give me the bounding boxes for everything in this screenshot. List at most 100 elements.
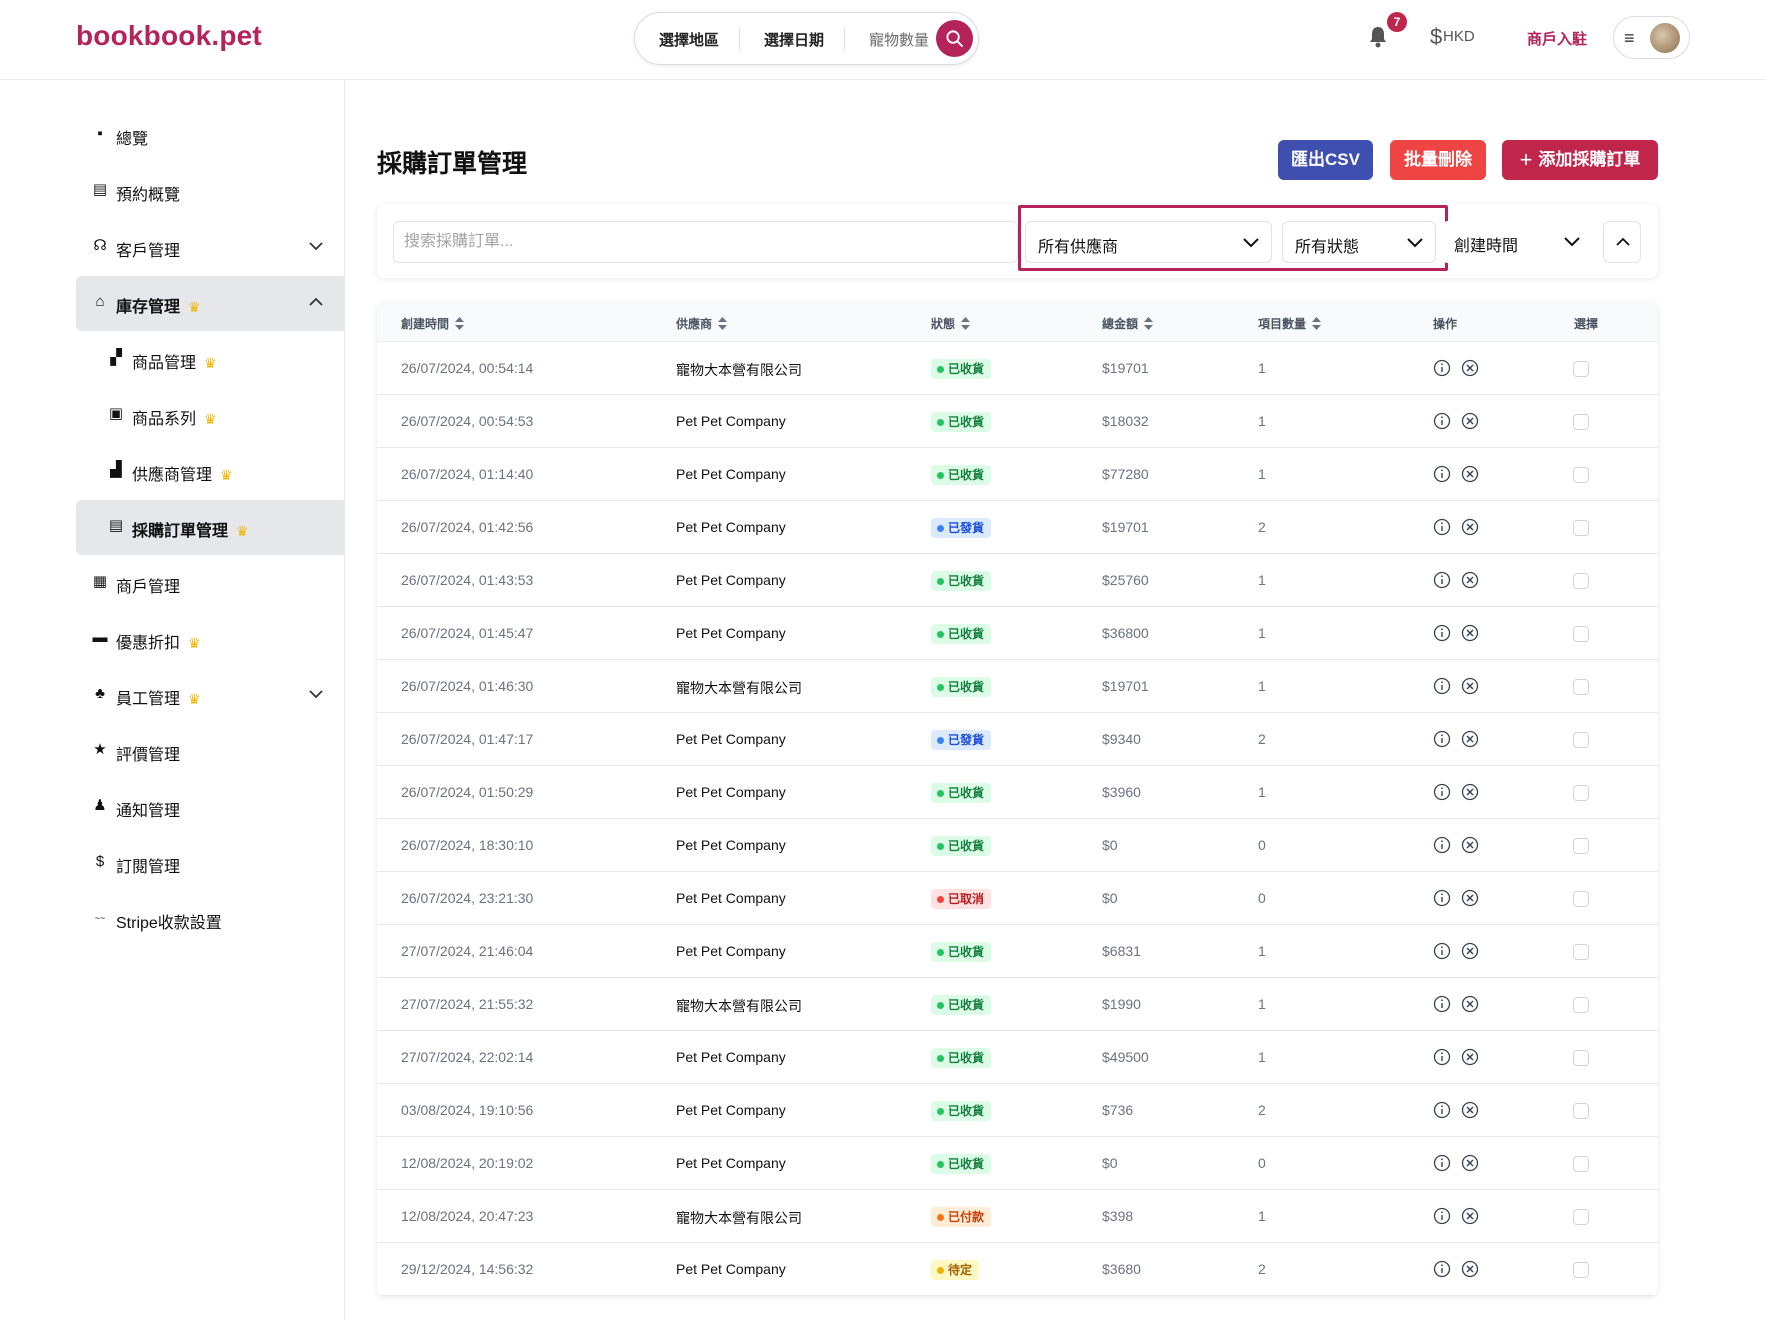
table-row[interactable]: 27/07/2024, 21:55:32 寵物大本營有限公司 已收貨 $1990 1 bbox=[377, 978, 1658, 1031]
sidebar-item-notifications[interactable]: ♟ 通知管理 bbox=[76, 780, 344, 835]
site-logo[interactable]: bookbook.pet bbox=[76, 20, 262, 52]
table-row[interactable]: 27/07/2024, 21:46:04 Pet Pet Company 已收貨 $6… bbox=[377, 925, 1658, 978]
table-row[interactable]: 26/07/2024, 01:42:56 Pet Pet Company 已發貨 $1… bbox=[377, 501, 1658, 554]
info-icon[interactable] bbox=[1433, 836, 1451, 859]
cancel-icon[interactable] bbox=[1461, 465, 1479, 488]
info-icon[interactable] bbox=[1433, 995, 1451, 1018]
table-row[interactable]: 26/07/2024, 00:54:14 寵物大本營有限公司 已收貨 $19701 1 bbox=[377, 342, 1658, 395]
cancel-icon[interactable] bbox=[1461, 730, 1479, 753]
row-select-checkbox[interactable] bbox=[1573, 1209, 1589, 1225]
cancel-icon[interactable] bbox=[1461, 1154, 1479, 1177]
info-icon[interactable] bbox=[1433, 677, 1451, 700]
row-select-checkbox[interactable] bbox=[1573, 679, 1589, 695]
table-row[interactable]: 26/07/2024, 01:43:53 Pet Pet Company 已收貨 $2… bbox=[377, 554, 1658, 607]
row-select-checkbox[interactable] bbox=[1573, 891, 1589, 907]
row-select-checkbox[interactable] bbox=[1573, 626, 1589, 642]
table-row[interactable]: 12/08/2024, 20:19:02 Pet Pet Company 已收貨 $0… bbox=[377, 1137, 1658, 1190]
table-row[interactable]: 26/07/2024, 01:14:40 Pet Pet Company 已收貨 $7… bbox=[377, 448, 1658, 501]
info-icon[interactable] bbox=[1433, 518, 1451, 541]
row-select-checkbox[interactable] bbox=[1573, 997, 1589, 1013]
cancel-icon[interactable] bbox=[1461, 359, 1479, 382]
column-header-supplier[interactable]: 供應商 bbox=[676, 315, 728, 332]
table-row[interactable]: 26/07/2024, 01:50:29 Pet Pet Company 已收貨 $3… bbox=[377, 766, 1658, 819]
search-bar[interactable]: 選擇地區 選擇日期 寵物數量 bbox=[634, 12, 979, 65]
sidebar-item-staff[interactable]: ♣ 員工管理 ♛ bbox=[76, 668, 344, 723]
info-icon[interactable] bbox=[1433, 412, 1451, 435]
info-icon[interactable] bbox=[1433, 1207, 1451, 1230]
row-select-checkbox[interactable] bbox=[1573, 838, 1589, 854]
cancel-icon[interactable] bbox=[1461, 518, 1479, 541]
table-row[interactable]: 26/07/2024, 01:45:47 Pet Pet Company 已收貨 $3… bbox=[377, 607, 1658, 660]
column-header-count[interactable]: 項目數量 bbox=[1258, 315, 1322, 332]
sidebar-item-discounts[interactable]: ▬ 優惠折扣 ♛ bbox=[76, 612, 344, 667]
table-row[interactable]: 29/12/2024, 14:56:32 Pet Pet Company 待定 $36… bbox=[377, 1243, 1658, 1296]
row-select-checkbox[interactable] bbox=[1573, 361, 1589, 377]
sidebar-item-merchants[interactable]: ▦ 商戶管理 bbox=[76, 556, 344, 611]
sidebar-item-reviews[interactable]: ★ 評價管理 bbox=[76, 724, 344, 779]
info-icon[interactable] bbox=[1433, 571, 1451, 594]
user-menu-button[interactable]: ≡ bbox=[1613, 16, 1690, 59]
sidebar-item-inventory[interactable]: ⌂ 庫存管理 ♛ bbox=[76, 276, 344, 331]
cancel-icon[interactable] bbox=[1461, 677, 1479, 700]
sort-field-select[interactable]: 創建時間 bbox=[1442, 221, 1592, 263]
sidebar-item-stripe-settings[interactable]: ~~ Stripe收款設置 bbox=[76, 892, 344, 947]
row-select-checkbox[interactable] bbox=[1573, 1103, 1589, 1119]
sidebar-item-booking-overview[interactable]: ▤ 預約概覽 bbox=[76, 164, 344, 219]
cancel-icon[interactable] bbox=[1461, 1207, 1479, 1230]
cancel-icon[interactable] bbox=[1461, 783, 1479, 806]
merchant-signup-link[interactable]: 商戶入駐 bbox=[1527, 28, 1587, 49]
cancel-icon[interactable] bbox=[1461, 1260, 1479, 1283]
bell-icon[interactable] bbox=[1367, 25, 1389, 49]
sidebar-item-subscriptions[interactable]: $ 訂閱管理 bbox=[76, 836, 344, 891]
info-icon[interactable] bbox=[1433, 1260, 1451, 1283]
sidebar-item-product-series[interactable]: ▣ 商品系列 ♛ bbox=[76, 388, 344, 443]
row-select-checkbox[interactable] bbox=[1573, 944, 1589, 960]
sidebar-item-customers[interactable]: ☊ 客戶管理 bbox=[76, 220, 344, 275]
info-icon[interactable] bbox=[1433, 942, 1451, 965]
row-select-checkbox[interactable] bbox=[1573, 1262, 1589, 1278]
column-header-status[interactable]: 狀態 bbox=[931, 315, 971, 332]
cancel-icon[interactable] bbox=[1461, 571, 1479, 594]
cancel-icon[interactable] bbox=[1461, 942, 1479, 965]
sidebar-item-suppliers[interactable]: ▟ 供應商管理 ♛ bbox=[76, 444, 344, 499]
row-select-checkbox[interactable] bbox=[1573, 573, 1589, 589]
table-row[interactable]: 26/07/2024, 01:46:30 寵物大本營有限公司 已收貨 $19701 1 bbox=[377, 660, 1658, 713]
info-icon[interactable] bbox=[1433, 730, 1451, 753]
region-selector[interactable]: 選擇地區 bbox=[659, 29, 719, 50]
info-icon[interactable] bbox=[1433, 465, 1451, 488]
pet-count-selector[interactable]: 寵物數量 bbox=[869, 29, 929, 50]
sidebar-item-purchase-orders[interactable]: ▤ 採購訂單管理 ♛ bbox=[76, 500, 344, 555]
export-csv-button[interactable]: 匯出CSV bbox=[1278, 140, 1373, 180]
cancel-icon[interactable] bbox=[1461, 1101, 1479, 1124]
sort-direction-button[interactable] bbox=[1603, 221, 1641, 263]
table-row[interactable]: 26/07/2024, 00:54:53 Pet Pet Company 已收貨 $1… bbox=[377, 395, 1658, 448]
table-row[interactable]: 26/07/2024, 23:21:30 Pet Pet Company 已取消 $0… bbox=[377, 872, 1658, 925]
search-input[interactable] bbox=[393, 221, 1018, 263]
column-header-amount[interactable]: 總金額 bbox=[1102, 315, 1154, 332]
info-icon[interactable] bbox=[1433, 624, 1451, 647]
info-icon[interactable] bbox=[1433, 1048, 1451, 1071]
row-select-checkbox[interactable] bbox=[1573, 785, 1589, 801]
column-header-time[interactable]: 創建時間 bbox=[401, 315, 465, 332]
cancel-icon[interactable] bbox=[1461, 624, 1479, 647]
sidebar-item-overview[interactable]: ▪ 總覽 bbox=[76, 108, 344, 163]
row-select-checkbox[interactable] bbox=[1573, 414, 1589, 430]
row-select-checkbox[interactable] bbox=[1573, 1156, 1589, 1172]
row-select-checkbox[interactable] bbox=[1573, 467, 1589, 483]
date-selector[interactable]: 選擇日期 bbox=[764, 29, 824, 50]
info-icon[interactable] bbox=[1433, 1154, 1451, 1177]
info-icon[interactable] bbox=[1433, 889, 1451, 912]
table-row[interactable]: 26/07/2024, 18:30:10 Pet Pet Company 已收貨 $0… bbox=[377, 819, 1658, 872]
status-filter-select[interactable]: 所有狀態 bbox=[1282, 221, 1436, 263]
row-select-checkbox[interactable] bbox=[1573, 1050, 1589, 1066]
currency-selector[interactable]: HKD bbox=[1443, 28, 1475, 45]
row-select-checkbox[interactable] bbox=[1573, 520, 1589, 536]
info-icon[interactable] bbox=[1433, 1101, 1451, 1124]
batch-delete-button[interactable]: 批量刪除 bbox=[1390, 140, 1486, 180]
search-button[interactable] bbox=[936, 20, 973, 57]
sidebar-item-products[interactable]: ▞ 商品管理 ♛ bbox=[76, 332, 344, 387]
table-row[interactable]: 12/08/2024, 20:47:23 寵物大本營有限公司 已付款 $398 1 bbox=[377, 1190, 1658, 1243]
table-row[interactable]: 27/07/2024, 22:02:14 Pet Pet Company 已收貨 $4… bbox=[377, 1031, 1658, 1084]
cancel-icon[interactable] bbox=[1461, 889, 1479, 912]
cancel-icon[interactable] bbox=[1461, 836, 1479, 859]
